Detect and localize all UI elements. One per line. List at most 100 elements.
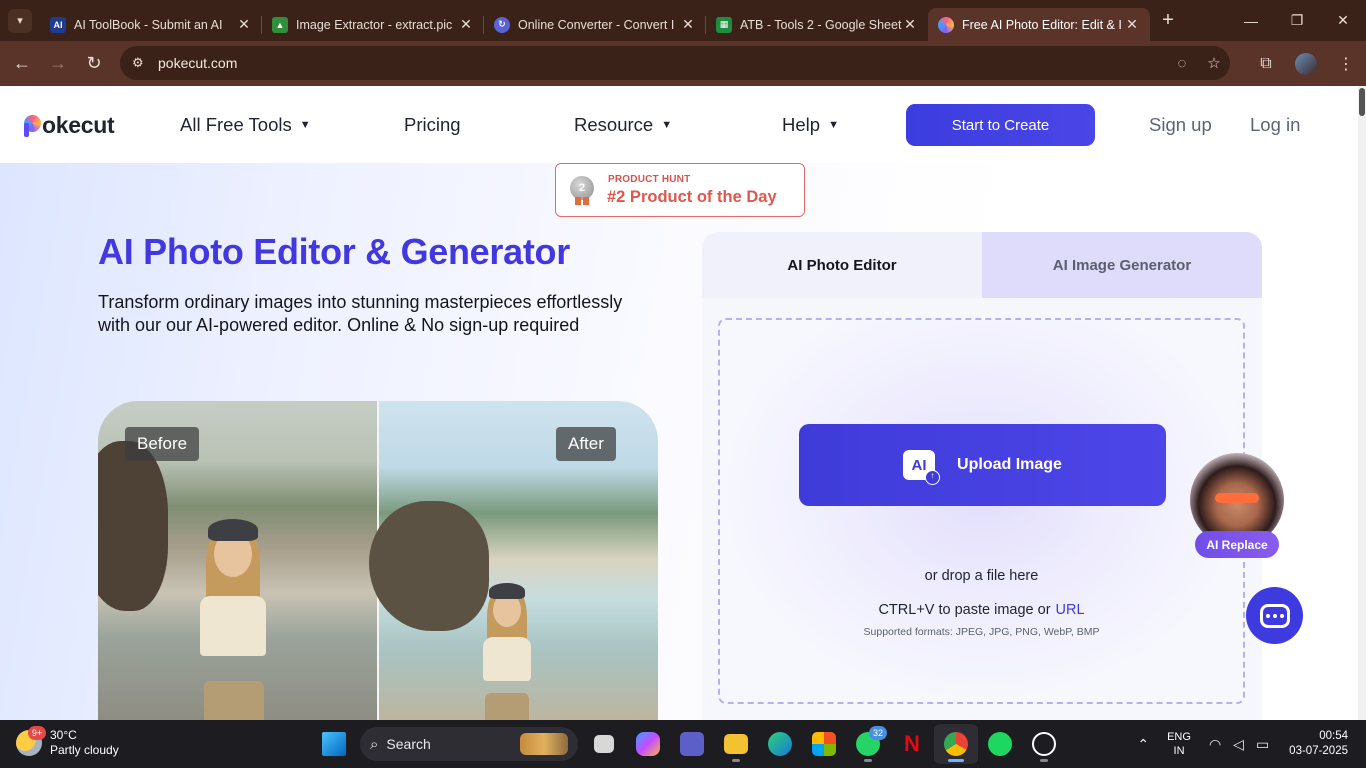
tab-ai-toolbook[interactable]: AI AI ToolBook - Submit an AI ✕ — [40, 8, 262, 41]
badge-text: #2 Product of the Day — [607, 188, 777, 206]
battery-icon[interactable]: ▭ — [1256, 736, 1269, 753]
scrollbar-thumb[interactable] — [1359, 88, 1365, 116]
web-page: okecut All Free Tools ▼ Pricing Resource… — [0, 86, 1358, 720]
top-shape — [483, 637, 531, 681]
hat-shape — [489, 583, 525, 599]
search-icon: ⌕ — [370, 735, 379, 753]
chevron-down-icon: ▼ — [828, 119, 839, 131]
pokecut-icon — [938, 16, 954, 33]
file-explorer-icon[interactable] — [714, 724, 758, 764]
tab-pokecut[interactable]: Free AI Photo Editor: Edit & I ✕ — [928, 8, 1150, 41]
page-scrollbar[interactable] — [1358, 86, 1366, 720]
new-tab-plus-icon[interactable]: + — [1154, 7, 1182, 35]
close-icon[interactable]: ✕ — [458, 16, 474, 33]
more-menu-icon[interactable]: ⋮ — [1326, 54, 1366, 74]
before-label: Before — [125, 427, 200, 461]
close-icon[interactable]: ✕ — [236, 16, 252, 33]
chevron-down-icon: ▼ — [661, 119, 673, 131]
spotify-icon[interactable] — [978, 724, 1022, 764]
nav-all-free-tools[interactable]: All Free Tools ▼ — [180, 114, 311, 136]
skirt-shape — [485, 693, 529, 720]
temperature: 30°C — [50, 728, 77, 742]
tab-title: Online Converter - Convert I — [518, 17, 675, 32]
tab-title: Image Extractor - extract.pic — [296, 17, 453, 32]
woman-figure — [467, 571, 547, 720]
nav-help[interactable]: Help ▼ — [782, 114, 839, 136]
pokecut-logo[interactable]: okecut — [24, 112, 115, 139]
chevron-down-icon: ▼ — [299, 119, 311, 131]
eye-off-icon[interactable]: ◌ — [1166, 55, 1198, 72]
chrome-icon[interactable] — [934, 724, 978, 764]
tab-title: ATB - Tools 2 - Google Sheet — [740, 17, 902, 32]
speaker-icon[interactable]: ◁ — [1233, 736, 1244, 753]
before-after-comparison[interactable]: Before After — [98, 401, 658, 720]
upload-image-button[interactable]: AI Upload Image — [799, 424, 1166, 506]
microsoft-store-icon[interactable] — [802, 724, 846, 764]
close-icon[interactable]: ✕ — [902, 16, 918, 33]
profile-avatar[interactable] — [1295, 52, 1317, 75]
log-in-link[interactable]: Log in — [1250, 114, 1300, 136]
minimize-icon[interactable]: — — [1228, 0, 1274, 41]
star-bookmark-icon[interactable]: ☆ — [1198, 54, 1230, 72]
search-label: Search — [386, 736, 431, 752]
close-icon[interactable]: ✕ — [680, 16, 696, 33]
after-image: After — [369, 401, 658, 720]
ai-replace-widget[interactable]: AI Replace — [1189, 453, 1284, 563]
nav-label: Help — [782, 114, 821, 135]
edge-icon[interactable] — [758, 724, 802, 764]
taskbar-search[interactable]: ⌕ Search — [360, 727, 578, 761]
clock[interactable]: 00:54 03-07-2025 — [1289, 729, 1348, 759]
sign-up-link[interactable]: Sign up — [1149, 114, 1212, 136]
language-indicator[interactable]: ENG IN — [1167, 730, 1191, 758]
chat-support-button[interactable] — [1246, 587, 1303, 644]
file-drop-zone[interactable]: AI Upload Image or drop a file here CTRL… — [718, 318, 1245, 704]
top-shape — [200, 596, 266, 656]
restore-icon[interactable]: ❐ — [1274, 0, 1320, 41]
tab-ai-image-generator[interactable]: AI Image Generator — [982, 232, 1262, 298]
supported-formats: Supported formats: JPEG, JPG, PNG, WebP,… — [863, 626, 1100, 638]
product-hunt-badge[interactable]: 2 PRODUCT HUNT #2 Product of the Day — [555, 163, 805, 217]
address-bar[interactable]: ⚙ pokecut.com ◌ ☆ — [120, 46, 1230, 80]
url-text[interactable]: pokecut.com — [158, 55, 1166, 71]
page-title: AI Photo Editor & Generator — [98, 231, 570, 272]
window-controls: — ❐ ✕ — [1228, 0, 1366, 41]
site-settings-icon[interactable]: ⚙ — [132, 55, 152, 71]
nav-pricing[interactable]: Pricing — [404, 114, 461, 136]
tab-search-chevron-icon[interactable]: ▾ — [8, 8, 32, 33]
drop-hint: or drop a file here — [924, 568, 1039, 584]
windows-start-icon[interactable] — [312, 724, 356, 764]
tab-image-extractor[interactable]: ▲ Image Extractor - extract.pic ✕ — [262, 8, 484, 41]
language-bottom: IN — [1173, 745, 1185, 757]
whatsapp-icon[interactable]: 32 — [846, 724, 890, 764]
paste-hint: CTRL+V to paste image or URL — [720, 602, 1243, 618]
tab-title: Free AI Photo Editor: Edit & I — [962, 17, 1122, 32]
language-top: ENG — [1167, 731, 1191, 743]
tab-google-sheet[interactable]: ▦ ATB - Tools 2 - Google Sheet ✕ — [706, 8, 928, 41]
tab-online-converter[interactable]: ↻ Online Converter - Convert I ✕ — [484, 8, 706, 41]
wifi-icon[interactable]: ◠ — [1209, 736, 1221, 753]
medal-ribbon-icon — [575, 197, 589, 205]
back-arrow-icon[interactable]: ← — [4, 46, 40, 82]
chevron-up-icon[interactable]: ⌃ — [1137, 736, 1149, 753]
reload-icon[interactable]: ↻ — [76, 46, 112, 82]
start-to-create-button[interactable]: Start to Create — [906, 104, 1095, 146]
extensions-puzzle-icon[interactable]: ⧉ — [1246, 55, 1286, 73]
weather-widget[interactable]: 9+ 30°C Partly cloudy — [16, 726, 119, 758]
close-icon[interactable]: ✕ — [1124, 16, 1140, 33]
toolbar-right: ⧉ ⋮ — [1246, 41, 1366, 86]
chatgpt-icon[interactable] — [1022, 724, 1066, 764]
nav-resource[interactable]: Resource ▼ — [574, 114, 672, 136]
url-upload-link[interactable]: URL — [1056, 602, 1085, 618]
forward-arrow-icon[interactable]: → — [40, 46, 76, 82]
copilot-icon[interactable] — [626, 724, 670, 764]
hero-subtitle: Transform ordinary images into stunning … — [98, 292, 623, 335]
weather-condition: Partly cloudy — [50, 743, 119, 757]
window-close-icon[interactable]: ✕ — [1320, 0, 1366, 41]
tab-ai-photo-editor[interactable]: AI Photo Editor — [702, 232, 982, 298]
teams-icon[interactable] — [670, 724, 714, 764]
netflix-icon[interactable]: N — [890, 724, 934, 764]
ai-replace-label: AI Replace — [1195, 531, 1279, 558]
windows-taskbar: 9+ 30°C Partly cloudy ⌕ Search 32 N ⌃ EN… — [0, 720, 1366, 768]
task-view-icon[interactable] — [582, 724, 626, 764]
before-image: Before — [98, 401, 378, 720]
